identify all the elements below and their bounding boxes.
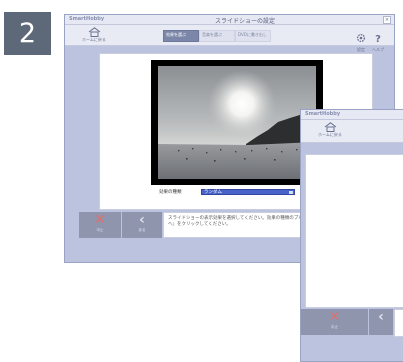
step-write-dvd[interactable]: DVDに書き出し <box>235 30 271 42</box>
second-home-button[interactable]: ホームに戻る <box>315 122 345 138</box>
second-back-button[interactable]: ‹ <box>369 309 393 335</box>
home-button[interactable]: ホームに戻る <box>79 27 109 43</box>
help-button[interactable]: ? ヘルプ <box>372 28 384 53</box>
second-panel <box>305 154 403 308</box>
wizard-steps: 効果を選ぶ 音楽を選ぶ DVDに書き出し <box>163 30 271 42</box>
back-button[interactable]: ‹ 戻る <box>122 212 162 238</box>
cancel-label: 中止 <box>96 228 104 232</box>
svg-text:?: ? <box>375 34 381 43</box>
second-cancel-button[interactable]: ✕ 中止 <box>301 309 368 335</box>
toolbar: ホームに戻る 効果を選ぶ 音楽を選ぶ DVDに書き出し 設定 ? ヘルプ <box>65 25 394 52</box>
preview-frame <box>151 60 323 185</box>
second-cancel-label: 中止 <box>331 325 338 329</box>
second-title-bar: SmartHobby <box>301 110 403 120</box>
settings-button[interactable]: 設定 <box>356 28 366 53</box>
window-title: スライドショーの設定 <box>215 18 276 25</box>
back-label: 戻る <box>138 228 146 232</box>
home-icon <box>88 27 100 37</box>
cancel-x-icon: ✕ <box>94 212 106 228</box>
cancel-button[interactable]: ✕ 中止 <box>79 212 121 238</box>
second-instruction-box <box>394 309 403 337</box>
help-label: ヘルプ <box>372 47 384 52</box>
cancel-x-icon: ✕ <box>328 309 341 325</box>
home-label: ホームに戻る <box>82 37 106 42</box>
preview-photo <box>158 66 316 179</box>
chevron-left-icon: ‹ <box>139 212 145 228</box>
second-brand-logo: SmartHobby <box>305 111 341 117</box>
second-toolbar: ホームに戻る <box>301 120 403 143</box>
step-number-badge: 2 <box>4 12 51 55</box>
question-icon: ? <box>375 34 381 45</box>
brand-logo: SmartHobby <box>69 16 105 22</box>
title-bar: SmartHobby スライドショーの設定 × <box>65 15 394 25</box>
home-icon <box>324 122 336 132</box>
effect-type-label: 効果の種類 <box>159 190 182 195</box>
gear-icon <box>356 33 366 43</box>
close-button[interactable]: × <box>383 16 391 24</box>
step-choose-music[interactable]: 音楽を選ぶ <box>199 30 235 42</box>
second-home-label: ホームに戻る <box>318 132 342 137</box>
second-bottom-bar: ✕ 中止 ‹ <box>301 309 403 337</box>
effect-type-dropdown[interactable]: ランダム <box>201 189 295 195</box>
chevron-left-icon: ‹ <box>378 309 384 325</box>
step-choose-effect[interactable]: 効果を選ぶ <box>163 30 199 42</box>
second-window: SmartHobby ホームに戻る ✕ 中止 ‹ <box>300 109 403 362</box>
